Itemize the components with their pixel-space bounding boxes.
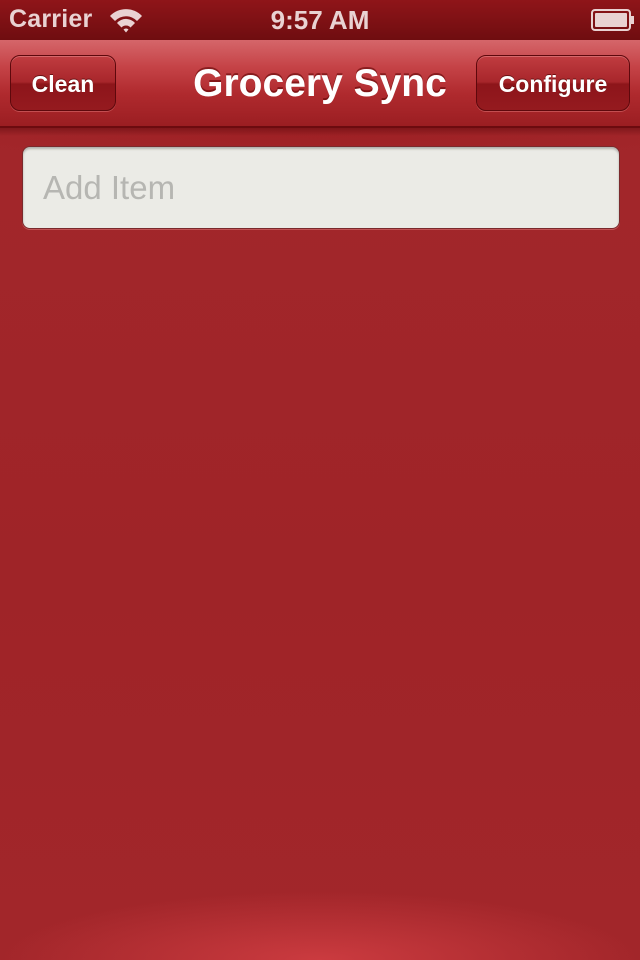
screen: Carrier 9:57 AM Clean Grocery Sync Confi… [0, 0, 640, 960]
battery-icon [591, 9, 634, 31]
status-time: 9:57 AM [270, 5, 370, 35]
configure-button[interactable]: Configure [476, 55, 630, 111]
status-bar: Carrier 9:57 AM [0, 0, 640, 40]
add-item-input[interactable] [22, 146, 620, 229]
navigation-bar: Clean Grocery Sync Configure [0, 40, 640, 136]
clean-button[interactable]: Clean [10, 55, 116, 111]
page-title: Grocery Sync [193, 62, 447, 105]
